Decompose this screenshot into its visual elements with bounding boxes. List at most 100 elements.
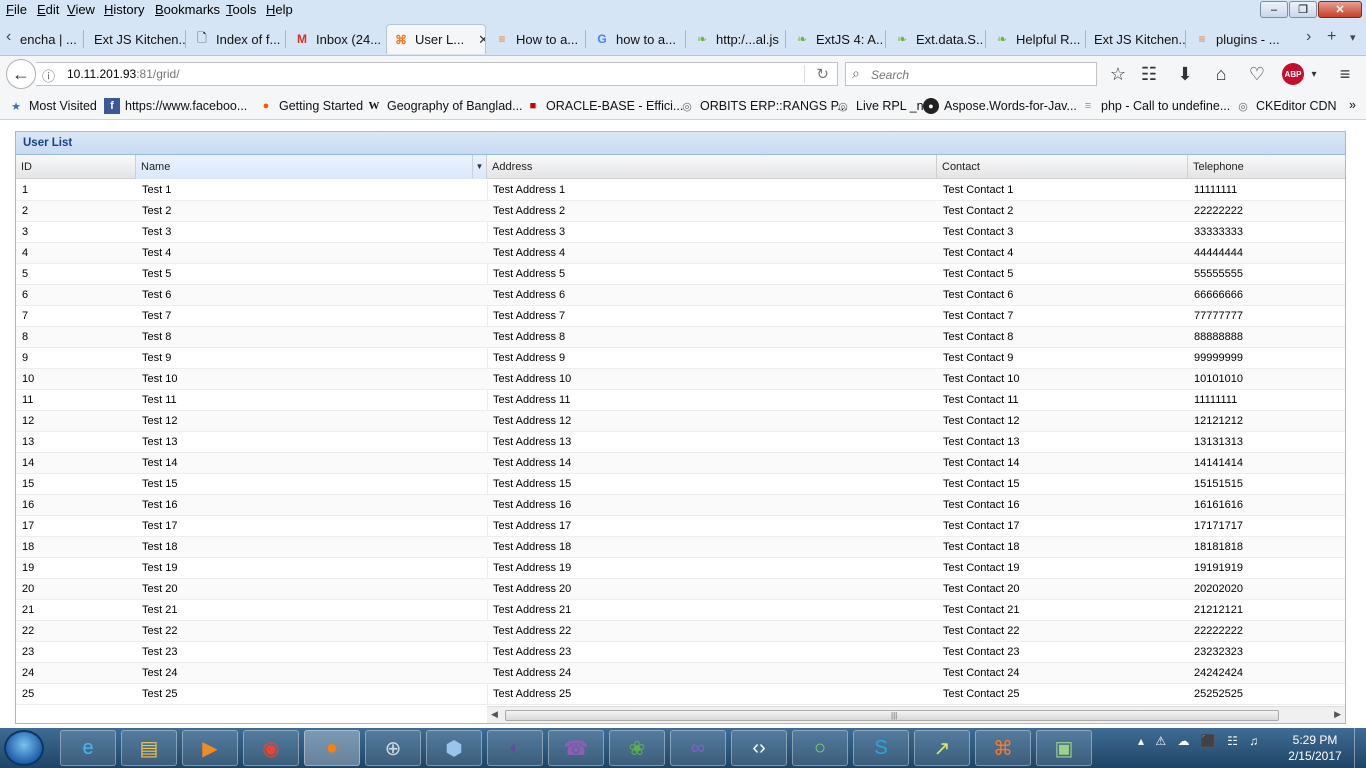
table-row[interactable]: 4 Test 4 Test Address 4 Test Contact 4 44444… <box>16 243 1345 264</box>
tab-scroll-left-icon[interactable]: ‹ <box>6 28 11 46</box>
bookmarks-overflow-icon[interactable]: » <box>1349 98 1356 112</box>
table-row[interactable]: 15 Test 15 Test Address 15 Test Contact 15 1… <box>16 474 1345 495</box>
show-hidden-icons-icon[interactable]: ▴ <box>1138 734 1144 748</box>
tab-how-to-a-1[interactable]: ≡ How to a... <box>494 24 582 54</box>
scrollbar-thumb[interactable]: ||| <box>505 710 1279 721</box>
new-tab-icon[interactable]: + <box>1327 28 1336 46</box>
table-row[interactable]: 23 Test 23 Test Address 23 Test Contact 23 2… <box>16 642 1345 663</box>
column-header-name[interactable]: Name ▼ <box>136 155 487 179</box>
show-desktop-button[interactable] <box>1354 728 1366 768</box>
column-header-contact[interactable]: Contact <box>937 155 1188 179</box>
taskbar-button-eclipse[interactable]: ◐ <box>487 730 543 766</box>
adblock-icon[interactable]: ABP <box>1282 63 1304 85</box>
taskbar-button-file-explorer[interactable]: ▤ <box>121 730 177 766</box>
tab-scroll-right-icon[interactable]: › <box>1306 28 1311 46</box>
column-header-address[interactable]: Address <box>487 155 937 179</box>
table-row[interactable]: 9 Test 9 Test Address 9 Test Contact 9 99999… <box>16 348 1345 369</box>
taskbar-button-skype[interactable]: S <box>853 730 909 766</box>
table-row[interactable]: 12 Test 12 Test Address 12 Test Contact 12 1… <box>16 411 1345 432</box>
tab-helpful[interactable]: ❧ Helpful R... <box>994 24 1082 54</box>
table-row[interactable]: 24 Test 24 Test Address 24 Test Contact 24 2… <box>16 663 1345 684</box>
tab-sencha[interactable]: encha | ... <box>20 24 82 54</box>
info-icon[interactable]: ⓘ <box>42 66 55 85</box>
table-row[interactable]: 10 Test 10 Test Address 10 Test Contact 10 1… <box>16 369 1345 390</box>
start-button[interactable] <box>4 730 44 766</box>
taskbar-button-vscode[interactable]: ‹› <box>731 730 787 766</box>
menu-help[interactable]: Help <box>266 2 293 17</box>
table-row[interactable]: 14 Test 14 Test Address 14 Test Contact 14 1… <box>16 453 1345 474</box>
taskbar-button-frog-app[interactable]: ❀ <box>609 730 665 766</box>
minimize-icon[interactable]: – <box>1260 1 1288 18</box>
table-row[interactable]: 3 Test 3 Test Address 3 Test Contact 3 33333… <box>16 222 1345 243</box>
bookmark-php[interactable]: ≡ php - Call to undefine... <box>1080 98 1230 114</box>
bookmark-getting-started[interactable]: ● Getting Started <box>258 98 363 114</box>
table-row[interactable]: 20 Test 20 Test Address 20 Test Contact 20 2… <box>16 579 1345 600</box>
taskbar-button-internet-explorer[interactable]: e <box>60 730 116 766</box>
tab-how-to-a-2[interactable]: Ghow to a... <box>594 24 682 54</box>
table-row[interactable]: 25 Test 25 Test Address 25 Test Contact 25 2… <box>16 684 1345 705</box>
tab-close-icon[interactable]: ✕ <box>478 32 485 48</box>
pocket-icon[interactable]: ♡ <box>1245 62 1269 86</box>
table-row[interactable]: 21 Test 21 Test Address 21 Test Contact 21 2… <box>16 600 1345 621</box>
taskbar-button-remote-desktop[interactable]: ▣ <box>1036 730 1092 766</box>
tab-http-al-js[interactable]: ❧ http:/...al.js <box>694 24 782 54</box>
network-icon[interactable]: ☷ <box>1227 734 1238 748</box>
taskbar-button-viber[interactable]: ☎ <box>548 730 604 766</box>
table-row[interactable]: 5 Test 5 Test Address 5 Test Contact 5 55555… <box>16 264 1345 285</box>
scroll-right-icon[interactable]: ▶ <box>1334 709 1341 720</box>
reading-list-icon[interactable]: ☷ <box>1137 62 1161 86</box>
usb-icon[interactable]: ⬛ <box>1201 734 1216 748</box>
reload-icon[interactable]: ↻ <box>816 65 829 83</box>
bookmark-geography[interactable]: W Geography of Banglad... <box>366 98 523 114</box>
tab-list-icon[interactable]: ▾ <box>1350 31 1356 44</box>
home-icon[interactable]: ⌂ <box>1209 62 1233 86</box>
taskbar-button-ezoom[interactable]: ○ <box>792 730 848 766</box>
tab-plugins[interactable]: ≡ plugins - ... <box>1194 24 1282 54</box>
column-header-telephone[interactable]: Telephone <box>1188 155 1345 179</box>
bookmark-most-visited[interactable]: ★ Most Visited <box>8 98 97 114</box>
table-row[interactable]: 22 Test 22 Test Address 22 Test Contact 22 2… <box>16 621 1345 642</box>
horizontal-scrollbar[interactable]: ◀ ||| ▶ <box>487 706 1345 723</box>
table-row[interactable]: 7 Test 7 Test Address 7 Test Contact 7 77777… <box>16 306 1345 327</box>
scroll-left-icon[interactable]: ◀ <box>491 709 498 720</box>
taskbar-button-visual-studio[interactable]: ∞ <box>670 730 726 766</box>
restore-icon[interactable]: ❐ <box>1289 1 1317 18</box>
taskbar-button-chrome[interactable]: ◉ <box>243 730 299 766</box>
taskbar-button-xampp[interactable]: ⌘ <box>975 730 1031 766</box>
adblock-dropdown-icon[interactable]: ▾ <box>1302 62 1326 86</box>
bookmark-oracle-base[interactable]: ■ ORACLE-BASE - Effici... <box>525 98 684 114</box>
table-row[interactable]: 8 Test 8 Test Address 8 Test Contact 8 88888… <box>16 327 1345 348</box>
table-row[interactable]: 11 Test 11 Test Address 11 Test Contact 11 1… <box>16 390 1345 411</box>
tab-inbox[interactable]: M Inbox (24... <box>294 24 382 54</box>
hamburger-menu-icon[interactable]: ≡ <box>1333 62 1357 86</box>
tab-extjs4[interactable]: ❧ ExtJS 4: A... <box>794 24 882 54</box>
taskbar-button-chart-app[interactable]: ↗ <box>914 730 970 766</box>
menu-history[interactable]: History <box>104 2 144 17</box>
menu-bookmarks[interactable]: Bookmarks <box>155 2 220 17</box>
url-bar[interactable]: ⓘ 10.11.201.93:81/grid/ ↻ <box>36 62 838 86</box>
bookmark-star-icon[interactable]: ☆ <box>1106 62 1130 86</box>
volume-icon[interactable]: ♫ <box>1249 734 1258 748</box>
table-row[interactable]: 6 Test 6 Test Address 6 Test Contact 6 66666… <box>16 285 1345 306</box>
bookmark-live-rpl[interactable]: ◎ Live RPL _n <box>835 98 923 114</box>
bookmark-facebook[interactable]: f https://www.faceboo... <box>104 98 247 114</box>
menu-edit[interactable]: Edit <box>37 2 59 17</box>
taskbar-button-media-player[interactable]: ▶ <box>182 730 238 766</box>
table-row[interactable]: 17 Test 17 Test Address 17 Test Contact 17 1… <box>16 516 1345 537</box>
tab-user-list[interactable]: ⌘ User L... ✕ <box>386 24 486 54</box>
tab-extjs-kitchen-2[interactable]: Ext JS Kitchen... <box>1094 24 1186 54</box>
table-row[interactable]: 19 Test 19 Test Address 19 Test Contact 19 1… <box>16 558 1345 579</box>
column-header-id[interactable]: ID <box>16 155 136 179</box>
menu-file[interactable]: File <box>6 2 27 17</box>
table-row[interactable]: 18 Test 18 Test Address 18 Test Contact 18 1… <box>16 537 1345 558</box>
table-row[interactable]: 2 Test 2 Test Address 2 Test Contact 2 22222… <box>16 201 1345 222</box>
taskbar-button-safari[interactable]: ⊕ <box>365 730 421 766</box>
clock[interactable]: 5:29 PM 2/15/2017 <box>1280 732 1350 764</box>
tab-extjs-kitchen[interactable]: Ext JS Kitchen... <box>94 24 186 54</box>
download-icon[interactable]: ⬇ <box>1173 62 1197 86</box>
bookmark-orbits-erp[interactable]: ◎ ORBITS ERP::RANGS P... <box>679 98 848 114</box>
tab-ext-data[interactable]: ❧ Ext.data.S... <box>894 24 982 54</box>
taskbar-button-firefox[interactable]: ● <box>304 730 360 766</box>
bookmark-aspose[interactable]: ● Aspose.Words-for-Jav... <box>923 98 1077 114</box>
menu-view[interactable]: View <box>67 2 95 17</box>
